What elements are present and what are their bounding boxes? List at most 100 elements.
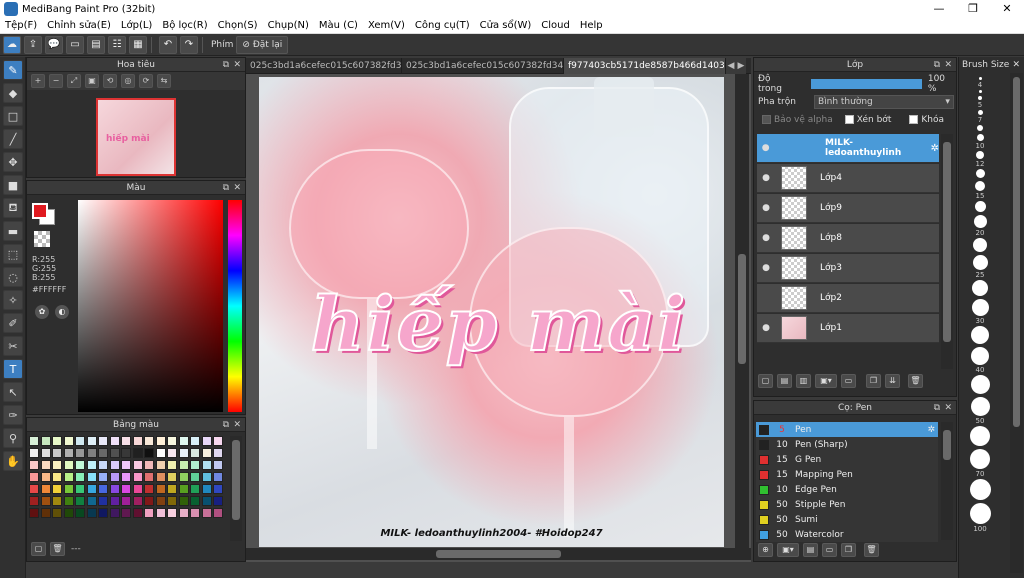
palette-swatch[interactable] bbox=[167, 508, 177, 518]
palette-swatch[interactable] bbox=[213, 460, 223, 470]
close-panel-icon[interactable]: ✕ bbox=[233, 418, 241, 432]
menu-edit[interactable]: Chỉnh sửa(E) bbox=[42, 20, 116, 31]
brush-size-item[interactable] bbox=[967, 326, 993, 344]
brush-menu-icon[interactable]: ▣▾ bbox=[777, 543, 799, 557]
palette-swatch[interactable] bbox=[63, 460, 74, 470]
new-8bit-layer-icon[interactable]: ▥ bbox=[796, 374, 811, 388]
menu-help[interactable]: Help bbox=[575, 20, 608, 31]
brush-size-item[interactable] bbox=[967, 201, 993, 212]
eye-icon[interactable]: ● bbox=[757, 143, 774, 153]
brush-settings-icon[interactable]: ▤ bbox=[803, 543, 818, 557]
brush-size-item[interactable] bbox=[967, 375, 993, 394]
layer-row[interactable]: ● MILK- ledoanthuylinh ✲ bbox=[757, 134, 939, 163]
undock-icon[interactable]: ⧉ bbox=[934, 58, 940, 72]
brush-folder-icon[interactable]: ▭ bbox=[822, 543, 837, 557]
palette-swatch[interactable] bbox=[121, 460, 131, 470]
palette-swatch[interactable] bbox=[86, 448, 97, 458]
palette-swatch[interactable] bbox=[52, 484, 62, 494]
delete-layer-icon[interactable]: 🗑 bbox=[908, 374, 923, 388]
canvas-hscrollbar[interactable] bbox=[246, 548, 751, 560]
menu-filter[interactable]: Bộ lọc(R) bbox=[157, 20, 212, 31]
palette-swatch[interactable] bbox=[201, 496, 212, 506]
palette-swatch[interactable] bbox=[63, 448, 74, 458]
undo-icon[interactable]: ↶ bbox=[159, 35, 177, 54]
palette-scrollbar[interactable] bbox=[230, 436, 242, 541]
palette-swatch[interactable] bbox=[201, 448, 212, 458]
palette-swatch[interactable] bbox=[86, 436, 97, 446]
palette-swatch[interactable] bbox=[98, 436, 108, 446]
close-panel-icon[interactable]: ✕ bbox=[233, 181, 241, 195]
divide-tool-icon[interactable]: ✑ bbox=[3, 405, 23, 425]
palette-swatch[interactable] bbox=[201, 436, 212, 446]
brush-row[interactable]: 50 Watercolor bbox=[756, 527, 938, 542]
palette-swatch[interactable] bbox=[132, 472, 143, 482]
tab-document-2[interactable]: 025c3bd1a6cefec015c607382fd349b3.jpg bbox=[402, 57, 564, 74]
tab-document-3[interactable]: f977403cb5171de8587b466d1403b82f.jpg bbox=[564, 57, 726, 74]
brush-row[interactable]: 10 Pen (Sharp) bbox=[756, 437, 938, 452]
palette-swatch[interactable] bbox=[109, 484, 120, 494]
palette-swatch[interactable] bbox=[155, 436, 166, 446]
palette-swatch[interactable] bbox=[178, 460, 189, 470]
layer-row[interactable]: ● Lớp1 bbox=[757, 314, 939, 343]
palette-swatch[interactable] bbox=[155, 448, 166, 458]
eye-icon[interactable]: ● bbox=[757, 233, 775, 243]
select-eraser-tool-icon[interactable]: ✂ bbox=[3, 336, 23, 356]
brush-size-scrollbar[interactable] bbox=[1010, 73, 1023, 573]
brush-size-item[interactable] bbox=[967, 479, 993, 500]
close-panel-icon[interactable]: ✕ bbox=[1012, 57, 1020, 73]
brush-size-item[interactable]: 15 bbox=[967, 181, 993, 200]
palette-swatch[interactable] bbox=[155, 484, 166, 494]
palette-swatch[interactable] bbox=[213, 472, 223, 482]
palette-swatch[interactable] bbox=[63, 484, 74, 494]
select-pen-tool-icon[interactable]: ✐ bbox=[3, 313, 23, 333]
palette-swatch[interactable] bbox=[121, 448, 131, 458]
palette-swatch[interactable] bbox=[29, 484, 39, 494]
close-panel-icon[interactable]: ✕ bbox=[944, 401, 952, 415]
close-panel-icon[interactable]: ✕ bbox=[233, 58, 241, 72]
palette-swatch[interactable] bbox=[98, 448, 108, 458]
palette-swatch[interactable] bbox=[190, 484, 200, 494]
palette-swatch[interactable] bbox=[52, 436, 62, 446]
brush-size-item[interactable] bbox=[967, 280, 993, 296]
delete-palette-icon[interactable]: 🗑 bbox=[50, 542, 65, 556]
rectangle-tool-icon[interactable]: □ bbox=[3, 106, 23, 126]
palette-swatch[interactable] bbox=[29, 460, 39, 470]
palette-scroll-thumb[interactable] bbox=[232, 440, 240, 520]
brush-size-item[interactable]: 12 bbox=[967, 151, 993, 168]
palette-swatch[interactable] bbox=[201, 508, 212, 518]
palette-swatch[interactable] bbox=[29, 436, 39, 446]
redo-icon[interactable]: ↷ bbox=[180, 35, 198, 54]
brush-tool-icon[interactable]: ✎ bbox=[3, 60, 23, 80]
palette-swatch[interactable] bbox=[86, 496, 97, 506]
add-brush-icon[interactable]: ⊕ bbox=[758, 543, 773, 557]
palette-swatch[interactable] bbox=[201, 472, 212, 482]
palette-swatch[interactable] bbox=[109, 460, 120, 470]
add-layer-menu-icon[interactable]: ▣▾ bbox=[815, 374, 837, 388]
brush-size-item[interactable] bbox=[967, 426, 993, 446]
layer-row[interactable]: Lớp2 bbox=[757, 284, 939, 313]
palette-swatch[interactable] bbox=[98, 484, 108, 494]
palette-swatch[interactable] bbox=[144, 460, 154, 470]
palette-swatch[interactable] bbox=[98, 472, 108, 482]
brush-size-item[interactable]: 20 bbox=[967, 215, 993, 237]
brush-row[interactable]: 10 Edge Pen bbox=[756, 482, 938, 497]
brush-size-item[interactable] bbox=[967, 238, 993, 252]
brush-size-item[interactable]: 7 bbox=[967, 110, 993, 124]
chat-icon[interactable]: 💬 bbox=[45, 35, 63, 54]
palette-swatch[interactable] bbox=[178, 484, 189, 494]
palette-swatch[interactable] bbox=[29, 448, 39, 458]
palette-swatch[interactable] bbox=[155, 460, 166, 470]
menu-tools[interactable]: Công cụ(T) bbox=[410, 20, 475, 31]
palette-swatch[interactable] bbox=[29, 508, 39, 518]
palette-swatch[interactable] bbox=[213, 436, 223, 446]
palette-swatch[interactable] bbox=[63, 436, 74, 446]
brush-size-item[interactable] bbox=[967, 125, 993, 131]
palette-swatch[interactable] bbox=[178, 508, 189, 518]
hue-slider[interactable] bbox=[228, 200, 242, 412]
layer-row[interactable]: ● Lớp3 bbox=[757, 254, 939, 283]
zoom-out-icon[interactable]: − bbox=[49, 74, 63, 88]
fill-rect-tool-icon[interactable]: ■ bbox=[3, 175, 23, 195]
palette-swatch[interactable] bbox=[29, 496, 39, 506]
close-button[interactable]: ✕ bbox=[990, 0, 1024, 18]
undock-icon[interactable]: ⧉ bbox=[223, 58, 229, 72]
